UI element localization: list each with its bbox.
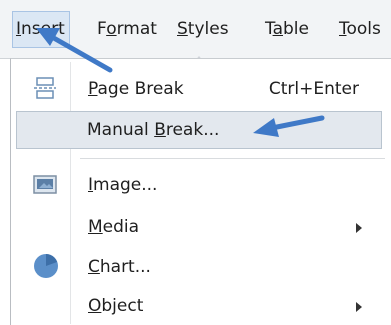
menu-item-label: Object xyxy=(88,296,144,316)
menubar-format[interactable]: Format xyxy=(96,18,158,40)
menu-item-manual-break[interactable]: Manual Break... xyxy=(16,111,382,149)
chart-icon xyxy=(33,253,59,283)
menu-item-object[interactable]: Object xyxy=(11,287,389,325)
menubar-styles[interactable]: Styles xyxy=(176,18,230,40)
image-icon xyxy=(33,174,57,200)
menubar: Insert Format Styles Table Tools xyxy=(0,0,391,59)
menu-item-image[interactable]: Image... xyxy=(11,166,389,204)
menu-item-label: Media xyxy=(88,217,140,237)
menu-item-page-break[interactable]: Page Break Ctrl+Enter xyxy=(11,70,389,108)
page-break-icon xyxy=(33,76,57,104)
menu-separator xyxy=(80,158,385,159)
menu-item-label: Page Break xyxy=(88,79,184,99)
menubar-insert[interactable]: Insert xyxy=(12,11,70,48)
menu-item-label: Manual Break... xyxy=(87,120,220,140)
menu-item-chart[interactable]: Chart... xyxy=(11,248,389,286)
menu-item-label: Chart... xyxy=(88,257,151,277)
menu-item-label: Image... xyxy=(88,175,158,195)
shortcut-label: Ctrl+Enter xyxy=(268,79,359,99)
submenu-arrow-icon xyxy=(356,302,362,312)
menubar-tools[interactable]: Tools xyxy=(338,18,382,40)
menubar-table[interactable]: Table xyxy=(264,18,310,40)
submenu-arrow-icon xyxy=(356,223,362,233)
menu-item-media[interactable]: Media xyxy=(11,208,389,246)
